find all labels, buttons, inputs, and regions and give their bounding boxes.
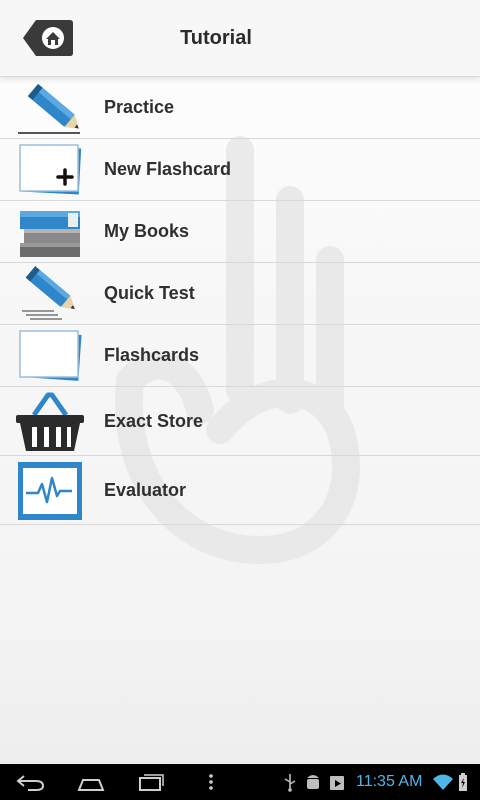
monitor-pulse-icon (18, 462, 82, 520)
flashcards-icon (19, 330, 82, 381)
menu-item-label: My Books (104, 221, 190, 241)
menu-item-label: Evaluator (104, 480, 187, 500)
menu-item-new-flashcard[interactable]: New Flashcard (0, 139, 480, 201)
menu-dots-icon[interactable] (206, 772, 216, 792)
header-bar: Tutorial (0, 0, 480, 77)
pencil-icon (18, 83, 80, 134)
new-flashcard-icon (19, 144, 82, 195)
menu-item-label: Practice (104, 97, 175, 117)
menu-item-practice[interactable]: Practice (0, 77, 480, 139)
menu-item-label: New Flashcard (104, 159, 232, 179)
page-title: Tutorial (180, 27, 252, 49)
usb-icon (284, 774, 296, 792)
home-nav-icon[interactable] (76, 772, 106, 792)
basket-icon (16, 392, 84, 451)
books-icon (20, 211, 80, 257)
wifi-icon (433, 774, 453, 790)
menu-item-label: Exact Store (104, 411, 204, 431)
system-nav-bar: 11:35 AM (0, 764, 480, 800)
status-time: 11:35 AM (356, 773, 423, 790)
menu-item-exact-store[interactable]: Exact Store (0, 387, 480, 456)
menu-item-quick-test[interactable]: Quick Test (0, 263, 480, 325)
menu-item-evaluator[interactable]: Evaluator (0, 456, 480, 525)
app-screen: Tutorial Practice New Flashcard My Books… (0, 0, 480, 764)
pencil-lines-icon (22, 266, 75, 320)
back-icon[interactable] (16, 772, 46, 792)
android-debug-icon (307, 775, 319, 789)
play-store-icon (330, 776, 344, 790)
battery-icon (459, 773, 467, 791)
menu-item-flashcards[interactable]: Flashcards (0, 325, 480, 387)
menu-item-my-books[interactable]: My Books (0, 201, 480, 263)
recent-apps-icon[interactable] (136, 772, 166, 792)
menu-item-label: Quick Test (104, 283, 195, 303)
main-menu: Practice New Flashcard My Books Quick Te… (0, 77, 480, 525)
menu-item-label: Flashcards (104, 345, 200, 365)
